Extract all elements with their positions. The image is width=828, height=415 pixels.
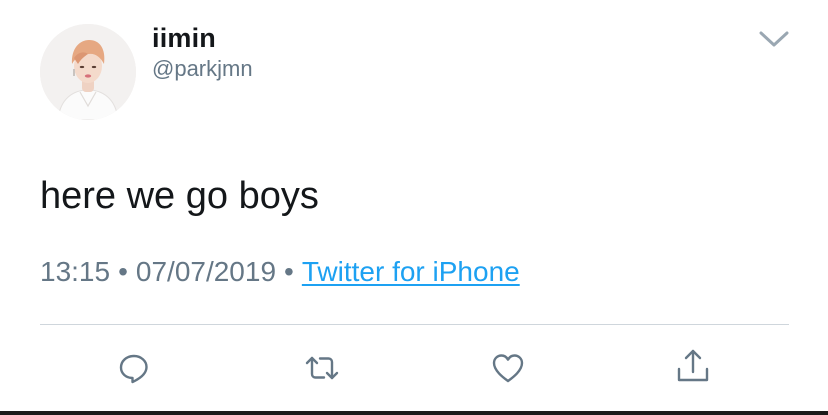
avatar-image [40, 24, 136, 120]
tweet-meta: 13:15 • 07/07/2019 • Twitter for iPhone [40, 254, 520, 290]
chevron-down-icon[interactable] [758, 28, 790, 50]
bottom-border [0, 411, 828, 415]
share-icon[interactable] [675, 348, 711, 384]
meta-separator: • [284, 256, 294, 287]
tweet-source-link[interactable]: Twitter for iPhone [302, 256, 520, 287]
tweet-date: 07/07/2019 [135, 256, 277, 287]
avatar[interactable] [40, 24, 136, 120]
meta-separator: • [118, 256, 128, 287]
user-handle[interactable]: @parkjmn [152, 56, 253, 82]
tweet-time: 13:15 [40, 256, 111, 287]
divider [40, 324, 789, 325]
retweet-icon[interactable] [302, 350, 342, 386]
reply-icon[interactable] [116, 350, 152, 386]
tweet-card: iimin @parkjmn here we go boys 13:15 • 07/… [0, 0, 828, 415]
tweet-text: here we go boys [40, 175, 319, 217]
heart-icon[interactable] [490, 350, 526, 386]
display-name[interactable]: iimin [152, 22, 216, 54]
